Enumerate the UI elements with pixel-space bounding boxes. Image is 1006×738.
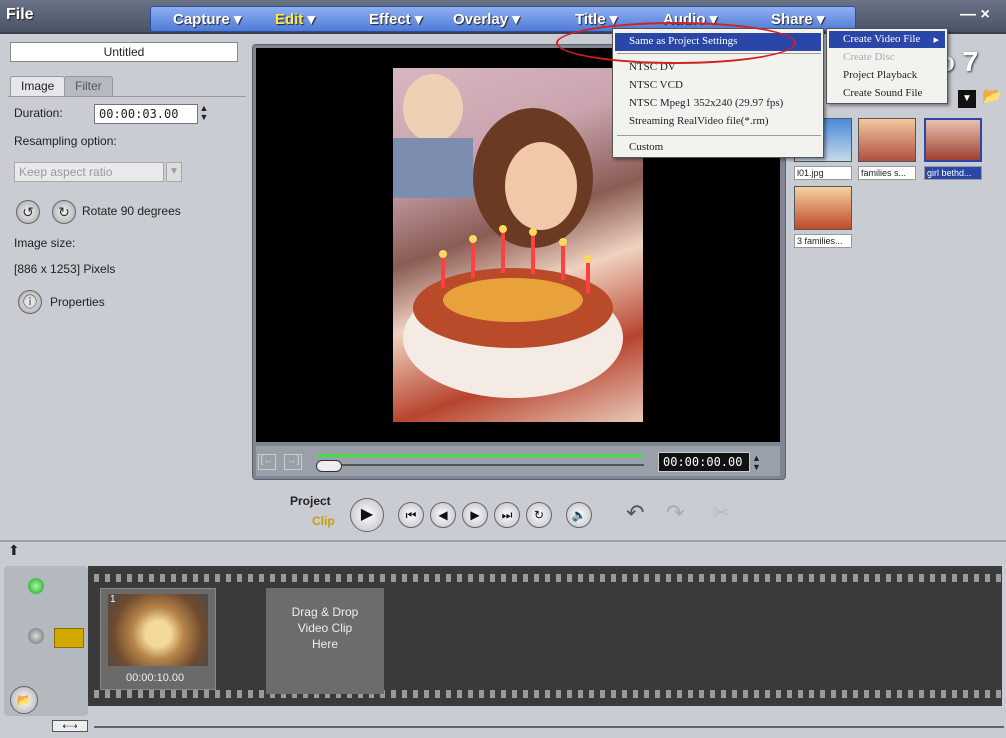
rotate-label: Rotate 90 degrees xyxy=(82,204,181,218)
share-main-menu: Create Video File ▸ Create Disc Project P… xyxy=(826,28,948,104)
open-folder-icon[interactable]: 📂 xyxy=(982,86,1004,108)
step-share[interactable]: Share ▾ xyxy=(771,10,824,28)
library-thumbnail-label: girl bethd... xyxy=(924,166,982,180)
tab-image[interactable]: Image xyxy=(10,76,66,96)
next-frame-icon[interactable]: ▶ xyxy=(462,502,488,528)
home-icon[interactable]: ⏮ xyxy=(398,502,424,528)
library-thumbnail-selected[interactable] xyxy=(924,118,982,162)
library-dropdown-icon[interactable]: ▼ xyxy=(958,90,976,108)
menu-divider xyxy=(617,135,821,136)
menu-item-streaming-realvideo[interactable]: Streaming RealVideo file(*.rm) xyxy=(615,113,821,131)
tab-filter[interactable]: Filter xyxy=(64,76,113,96)
repeat-icon[interactable]: ↻ xyxy=(526,502,552,528)
play-icon[interactable]: ▶ xyxy=(350,498,384,532)
properties-label[interactable]: Properties xyxy=(50,295,105,309)
library-thumbnail-label: l01.jpg xyxy=(794,166,852,180)
film-holes xyxy=(88,690,1002,698)
menu-item-custom[interactable]: Custom xyxy=(615,139,821,157)
scrub-handle[interactable] xyxy=(316,460,342,472)
menu-item-ntsc-mpeg1[interactable]: NTSC Mpeg1 352x240 (29.97 fps) xyxy=(615,95,821,113)
clip-thumbnail[interactable] xyxy=(108,594,208,666)
previous-frame-icon[interactable]: ◀ xyxy=(430,502,456,528)
menu-item-create-video-file[interactable]: Create Video File ▸ xyxy=(829,31,945,48)
rotate-right-icon[interactable]: ↻ xyxy=(52,200,76,224)
resampling-select[interactable]: Keep aspect ratio xyxy=(14,162,164,182)
step-effect[interactable]: Effect ▾ xyxy=(369,10,422,28)
timecode-spinner[interactable]: ▲ ▼ xyxy=(752,454,761,472)
tab-divider xyxy=(8,96,246,97)
timeline-toolbar xyxy=(0,540,1006,562)
image-size-label: Image size: xyxy=(14,236,76,250)
open-file-icon[interactable]: 📂 xyxy=(10,686,38,714)
drop-zone-text: Drag & Drop Video Clip Here xyxy=(291,605,359,651)
mark-out-icon[interactable]: →] xyxy=(284,454,302,470)
redo-icon[interactable]: ↷ xyxy=(666,500,684,526)
clip-duration: 00:00:10.00 xyxy=(126,672,185,684)
storyboard-filmstrip xyxy=(88,566,1002,706)
video-track-icon xyxy=(54,628,84,648)
duration-spinner[interactable]: ▲ ▼ xyxy=(198,104,210,124)
project-mode-label[interactable]: Project xyxy=(290,494,331,508)
library-thumbnail[interactable] xyxy=(858,118,916,162)
undo-icon[interactable]: ↶ xyxy=(626,500,644,526)
trim-range xyxy=(318,454,644,457)
resampling-label: Resampling option: xyxy=(14,134,117,148)
menu-item-ntsc-vcd[interactable]: NTSC VCD xyxy=(615,77,821,95)
properties-icon[interactable]: ⓘ xyxy=(18,290,42,314)
submenu-arrow-icon: ▸ xyxy=(933,34,939,46)
file-menu[interactable]: File xyxy=(6,6,34,24)
drop-zone[interactable]: Drag & Drop Video Clip Here xyxy=(266,588,384,694)
volume-icon[interactable]: 🔈 xyxy=(566,502,592,528)
scroll-track xyxy=(94,726,1004,728)
library-thumbnail[interactable] xyxy=(794,186,852,230)
end-icon[interactable]: ⏭ xyxy=(494,502,520,528)
chevron-down-icon[interactable]: ▼ xyxy=(166,162,182,182)
library-thumbnail-label: 3 families... xyxy=(794,234,852,248)
scissors-icon[interactable]: ✂ xyxy=(712,500,730,526)
library-thumbnail-label: families s... xyxy=(858,166,916,180)
highlight-ellipse xyxy=(556,22,796,64)
rotate-left-icon[interactable]: ↺ xyxy=(16,200,40,224)
duration-label: Duration: xyxy=(14,106,63,120)
menu-item-create-sound-file[interactable]: Create Sound File xyxy=(829,85,945,102)
menu-item-create-disc: Create Disc xyxy=(843,51,895,63)
clip-index: 1 xyxy=(110,594,116,605)
menu-item-project-playback[interactable]: Project Playback xyxy=(829,67,945,84)
project-title-field[interactable]: Untitled xyxy=(10,42,238,62)
horizontal-scrollbar[interactable]: ⇠⇢ xyxy=(50,720,1006,734)
scrub-track xyxy=(318,464,644,466)
mark-in-icon[interactable]: [← xyxy=(258,454,276,470)
image-size-value: [886 x 1253] Pixels xyxy=(14,262,116,276)
storyboard-mode-icon[interactable] xyxy=(28,578,44,594)
preview-image xyxy=(393,68,643,422)
zoom-arrows-icon[interactable]: ⇠⇢ xyxy=(52,720,88,732)
step-edit[interactable]: Edit ▾ xyxy=(275,10,315,28)
clip-mode-label[interactable]: Clip xyxy=(312,514,335,528)
step-capture[interactable]: Capture ▾ xyxy=(173,10,241,28)
film-holes xyxy=(88,574,1002,582)
duration-input[interactable]: 00:00:03.00 xyxy=(94,104,198,124)
timeline-mode-icon[interactable] xyxy=(28,628,44,644)
window-controls[interactable]: — × xyxy=(960,6,990,24)
timecode-display[interactable]: 00:00:00.00 xyxy=(658,452,750,472)
step-overlay[interactable]: Overlay ▾ xyxy=(453,10,520,28)
expand-up-icon[interactable]: ⬆ xyxy=(8,542,20,559)
